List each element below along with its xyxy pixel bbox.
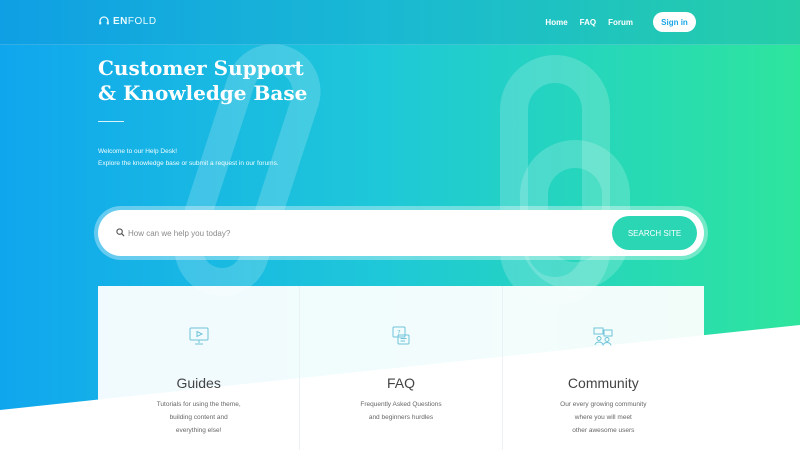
page-title: Customer Support & Knowledge Base: [98, 56, 307, 106]
page-title-line-1: Customer Support: [98, 56, 304, 80]
title-divider: [98, 121, 124, 122]
hero-subtitle: Welcome to our Help Desk! Explore the kn…: [98, 146, 279, 170]
hero-subtitle-line-1: Welcome to our Help Desk!: [98, 148, 177, 155]
logo[interactable]: ENFOLD: [98, 15, 157, 27]
card-community-title: Community: [567, 375, 639, 391]
question-chat-icon: ?: [392, 326, 410, 345]
main-nav: Home FAQ Forum Sign in: [545, 12, 696, 32]
hero-subtitle-line-2: Explore the knowledge base or submit a r…: [98, 160, 279, 167]
page-title-line-2: & Knowledge Base: [98, 81, 308, 105]
headset-icon: [99, 16, 109, 25]
sign-in-button[interactable]: Sign in: [653, 12, 696, 32]
card-faq[interactable]: ? FAQ Frequently Asked Questions and beg…: [300, 286, 503, 450]
card-community[interactable]: Community Our every growing community wh…: [503, 286, 704, 450]
card-faq-title: FAQ: [386, 375, 415, 391]
card-faq-description: Frequently Asked Questions and beginners…: [360, 401, 442, 421]
card-guides-description: Tutorials for using the theme, building …: [156, 401, 241, 434]
nav-home-link[interactable]: Home: [545, 18, 567, 27]
card-guides-title: Guides: [176, 375, 221, 391]
card-community-description: Our every growing community where you wi…: [560, 401, 647, 434]
search-site-button[interactable]: SEARCH SITE: [612, 216, 697, 250]
search-icon: [116, 228, 125, 237]
card-guides[interactable]: Guides Tutorials for using the theme, bu…: [98, 286, 301, 450]
logo-text: ENFOLD: [113, 15, 157, 27]
search-input[interactable]: [128, 224, 588, 242]
monitor-video-icon: [189, 327, 209, 345]
nav-forum-link[interactable]: Forum: [608, 18, 633, 27]
top-header: ENFOLD Home FAQ Forum Sign in: [0, 0, 800, 45]
search-bar: SEARCH SITE: [98, 210, 704, 256]
nav-faq-link[interactable]: FAQ: [580, 18, 596, 27]
help-cards: Guides Tutorials for using the theme, bu…: [98, 286, 704, 450]
people-network-icon: [593, 327, 613, 346]
